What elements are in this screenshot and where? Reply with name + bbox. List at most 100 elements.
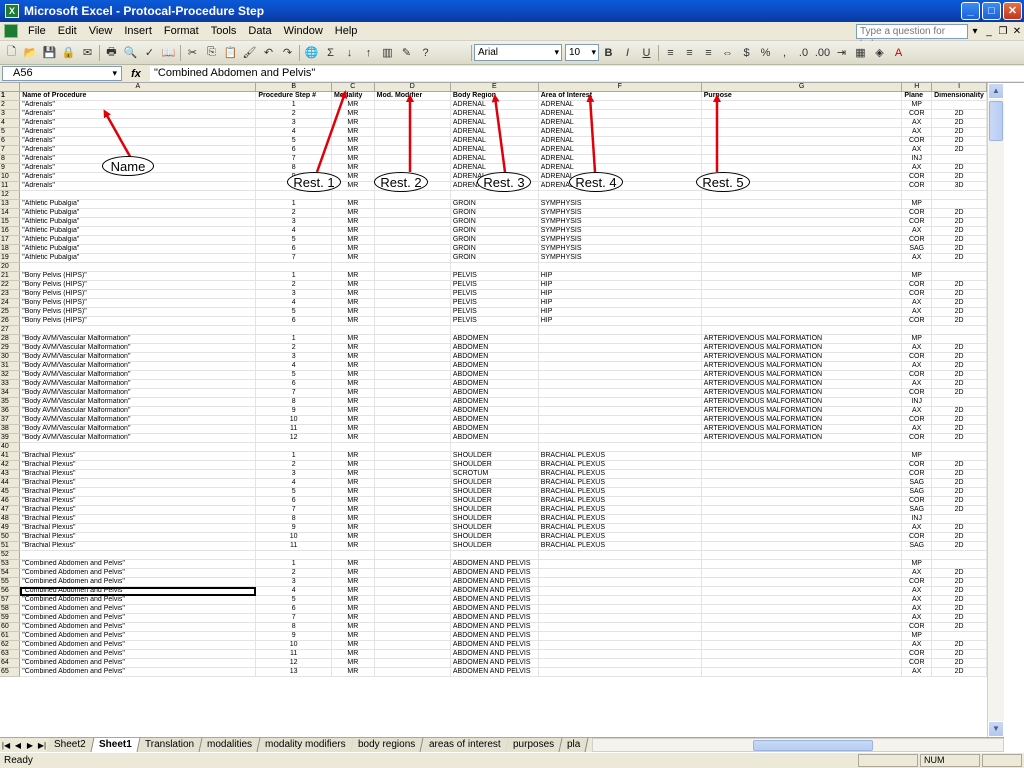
cell[interactable]	[374, 658, 451, 669]
cell[interactable]: 2D	[931, 613, 987, 624]
cell[interactable]: SCROTUM	[450, 469, 539, 480]
cell[interactable]: 2D	[931, 496, 987, 507]
cell[interactable]: SAG	[901, 505, 933, 516]
cell[interactable]	[701, 118, 903, 129]
cell[interactable]	[701, 226, 903, 237]
row-header[interactable]: 27	[0, 325, 21, 336]
cell[interactable]: SAG	[901, 478, 933, 489]
cell[interactable]: 12	[255, 433, 332, 444]
cell[interactable]: 7	[255, 154, 332, 165]
cell[interactable]: ABDOMEN AND PELVIS	[450, 649, 539, 660]
cell[interactable]: "Brachial Plexus"	[19, 460, 257, 471]
cell[interactable]	[374, 235, 451, 246]
cell[interactable]: ABDOMEN	[450, 370, 539, 381]
row-header[interactable]: 22	[0, 280, 21, 291]
column-title-cell[interactable]: Modality	[331, 91, 375, 102]
row-header[interactable]: 48	[0, 514, 21, 525]
horizontal-scroll-thumb[interactable]	[752, 740, 873, 751]
cell[interactable]	[450, 190, 539, 201]
cell[interactable]	[374, 505, 451, 516]
cell[interactable]	[931, 271, 987, 282]
cell[interactable]: COR	[901, 208, 933, 219]
cell[interactable]	[374, 127, 451, 138]
cell[interactable]: 2D	[931, 406, 987, 417]
cell[interactable]	[331, 325, 375, 336]
cell[interactable]: "Combined Abdomen and Pelvis"	[19, 559, 257, 570]
cell[interactable]: HIP	[538, 298, 702, 309]
cell[interactable]: MR	[331, 280, 375, 291]
cell[interactable]: 4	[255, 586, 332, 597]
row-header[interactable]: 18	[0, 244, 21, 255]
cell[interactable]: 9	[255, 631, 332, 642]
cell[interactable]: COR	[901, 109, 933, 120]
cell[interactable]: AX	[901, 568, 933, 579]
cell[interactable]: MR	[331, 469, 375, 480]
cell[interactable]	[701, 595, 903, 606]
cell[interactable]: "Bony Pelvis (HIPS)"	[19, 316, 257, 327]
cell[interactable]: MR	[331, 667, 375, 678]
cell[interactable]: COR	[901, 577, 933, 588]
row-header[interactable]: 39	[0, 433, 21, 444]
cell[interactable]: 10	[255, 532, 332, 543]
column-title-cell[interactable]: Name of Procedure	[19, 91, 257, 102]
cell[interactable]	[374, 478, 451, 489]
column-title-cell[interactable]: Dimensionality	[931, 91, 987, 102]
cell[interactable]	[701, 550, 903, 561]
row-header[interactable]: 16	[0, 226, 21, 237]
cell[interactable]	[331, 262, 375, 273]
cell[interactable]	[701, 469, 903, 480]
align-center-icon[interactable]: ≡	[680, 43, 699, 62]
cell[interactable]: "Body AVM/Vascular Malformation"	[19, 352, 257, 363]
cell[interactable]	[701, 208, 903, 219]
cell[interactable]: 2D	[931, 316, 987, 327]
cell[interactable]: "Brachial Plexus"	[19, 514, 257, 525]
cell[interactable]: "Athletic Pubalgia"	[19, 235, 257, 246]
cell[interactable]: ADRENAL	[450, 163, 539, 174]
cell[interactable]: BRACHIAL PLEXUS	[538, 523, 702, 534]
cell[interactable]: COR	[901, 415, 933, 426]
cell[interactable]	[701, 478, 903, 489]
cell[interactable]: ADRENAL	[538, 136, 702, 147]
cell[interactable]	[374, 217, 451, 228]
underline-icon[interactable]: U	[637, 43, 656, 62]
formula-input[interactable]: "Combined Abdomen and Pelvis"	[150, 66, 1024, 81]
cell[interactable]: MR	[331, 505, 375, 516]
cell[interactable]	[374, 172, 451, 183]
cell[interactable]: SHOULDER	[450, 514, 539, 525]
cell[interactable]: ABDOMEN AND PELVIS	[450, 613, 539, 624]
cell[interactable]: "Body AVM/Vascular Malformation"	[19, 379, 257, 390]
cell[interactable]: "Body AVM/Vascular Malformation"	[19, 388, 257, 399]
cell[interactable]: COR	[901, 649, 933, 660]
cell[interactable]: BRACHIAL PLEXUS	[538, 541, 702, 552]
cell[interactable]: BRACHIAL PLEXUS	[538, 505, 702, 516]
cell[interactable]: MR	[331, 343, 375, 354]
row-header[interactable]: 60	[0, 622, 21, 633]
cell[interactable]: "Combined Abdomen and Pelvis"	[19, 568, 257, 579]
row-header[interactable]: 41	[0, 451, 21, 462]
cell[interactable]: COR	[901, 217, 933, 228]
sheet-tab-sheet2[interactable]: Sheet2	[46, 738, 95, 752]
permission-icon[interactable]: 🔒	[59, 43, 78, 62]
cell[interactable]: MR	[331, 568, 375, 579]
row-header[interactable]: 23	[0, 289, 21, 300]
cell[interactable]: 2D	[931, 109, 987, 120]
cell[interactable]	[374, 262, 451, 273]
cell[interactable]	[901, 442, 933, 453]
cell[interactable]: MR	[331, 109, 375, 120]
column-title-cell[interactable]: Purpose	[701, 91, 903, 102]
column-title-cell[interactable]: Procedure Step #	[255, 91, 332, 102]
cell[interactable]: 4	[255, 127, 332, 138]
cell[interactable]: MR	[331, 334, 375, 345]
borders-icon[interactable]: ▦	[851, 43, 870, 62]
cell[interactable]: MR	[331, 424, 375, 435]
cell[interactable]	[374, 397, 451, 408]
row-header[interactable]: 33	[0, 379, 21, 390]
row-header[interactable]: 34	[0, 388, 21, 399]
cell[interactable]: ARTERIOVENOUS MALFORMATION	[701, 433, 903, 444]
cell[interactable]: 3	[255, 577, 332, 588]
cell[interactable]: HIP	[538, 271, 702, 282]
row-header[interactable]: 12	[0, 190, 21, 201]
cell[interactable]	[701, 262, 903, 273]
cell[interactable]: PELVIS	[450, 271, 539, 282]
cell[interactable]: "Brachial Plexus"	[19, 532, 257, 543]
